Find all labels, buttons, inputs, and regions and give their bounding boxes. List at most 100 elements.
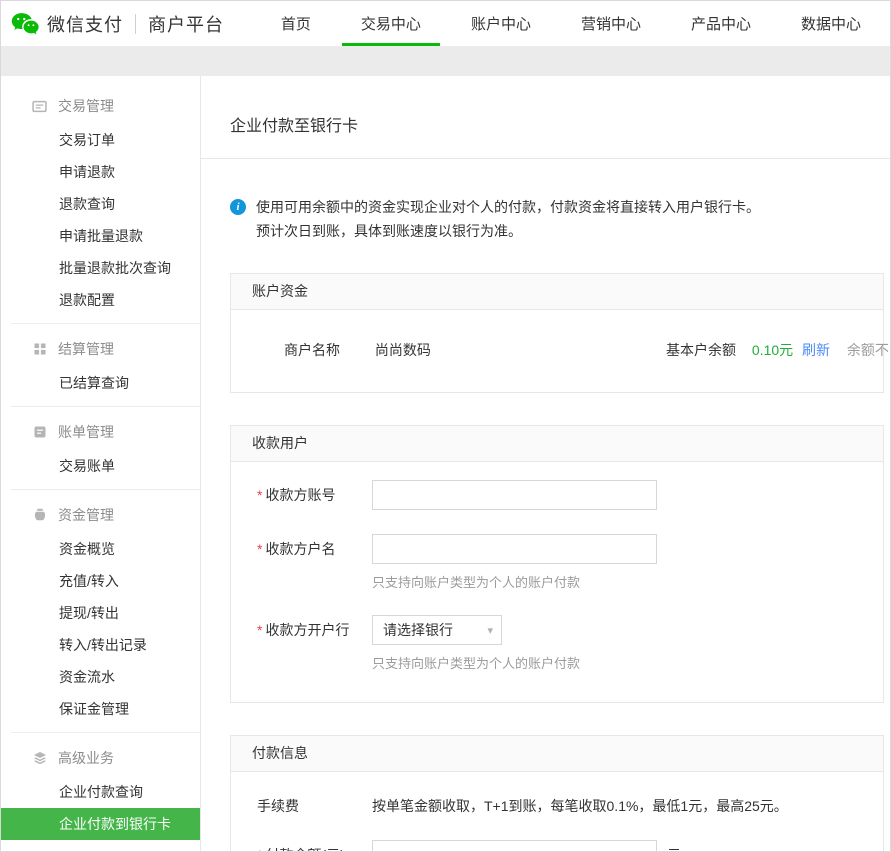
- merchant-platform-page: 微信支付 商户平台 首页 交易中心 账户中心 营销中心 产品中心 数据中心 交易…: [0, 0, 891, 852]
- sidebar-section-label: 账单管理: [58, 422, 114, 442]
- sidebar-item-batch-refund-query[interactable]: 批量退款批次查询: [1, 252, 200, 284]
- sidebar-divider: [11, 323, 200, 324]
- sidebar-section-bills: 账单管理 交易账单: [1, 414, 200, 482]
- account-funds-panel: 账户资金 商户名称 尚尚数码 基本户余额 0.10元 刷新 余额不: [230, 273, 884, 393]
- payment-amount-input[interactable]: [372, 840, 657, 852]
- payee-panel: 收款用户 *收款方账号 *收款方户名 只支持向账户类型为个人的账户付: [230, 425, 884, 703]
- transaction-icon: [32, 99, 47, 114]
- bank-select[interactable]: 请选择银行 ▾: [372, 615, 502, 645]
- payee-name-field: *收款方户名 只支持向账户类型为个人的账户付款: [257, 534, 883, 591]
- account-funds-title: 账户资金: [231, 274, 883, 310]
- nav-transaction-center[interactable]: 交易中心: [336, 1, 446, 46]
- sidebar-item-funds-overview[interactable]: 资金概览: [1, 533, 200, 565]
- payment-amount-label: *付款金额(元): [257, 845, 372, 852]
- sidebar-item-enterprise-payment-query[interactable]: 企业付款查询: [1, 776, 200, 808]
- amount-unit-label: 元: [667, 845, 681, 852]
- payee-form: *收款方账号 *收款方户名 只支持向账户类型为个人的账户付款 *: [231, 462, 883, 702]
- required-marker: *: [257, 487, 262, 503]
- sidebar-item-enterprise-payment-to-bank-card[interactable]: 企业付款到银行卡: [1, 808, 200, 840]
- layers-icon: [32, 751, 47, 766]
- sidebar-item-refund-config[interactable]: 退款配置: [1, 284, 200, 316]
- payee-bank-hint: 只支持向账户类型为个人的账户付款: [372, 653, 883, 672]
- required-marker: *: [257, 622, 262, 638]
- balance-amount: 0.10元: [752, 342, 793, 358]
- sidebar-divider: [11, 732, 200, 733]
- sidebar-item-transfer-records[interactable]: 转入/转出记录: [1, 629, 200, 661]
- settlement-grid-icon: [32, 342, 47, 357]
- balance-note-clipped: 余额不: [847, 342, 889, 358]
- sidebar-header-settlement[interactable]: 结算管理: [1, 331, 200, 367]
- sidebar-item-trade-bill[interactable]: 交易账单: [1, 450, 200, 482]
- payee-account-label: *收款方账号: [257, 485, 372, 505]
- required-marker: *: [257, 847, 262, 852]
- nav-account-center[interactable]: 账户中心: [446, 1, 556, 46]
- brand-name: 微信支付: [47, 11, 123, 37]
- account-funds-body: 商户名称 尚尚数码 基本户余额 0.10元 刷新 余额不: [231, 310, 883, 392]
- required-marker: *: [257, 541, 262, 557]
- funds-pot-icon: [32, 508, 47, 523]
- merchant-name-label: 商户名称: [284, 340, 371, 360]
- sidebar-item-apply-refund[interactable]: 申请退款: [1, 156, 200, 188]
- notice-line-1: 使用可用余额中的资金实现企业对个人的付款，付款资金将直接转入用户银行卡。: [256, 195, 760, 219]
- sidebar-section-advanced: 高级业务 企业付款查询 企业付款到银行卡: [1, 740, 200, 840]
- sidebar-section-label: 结算管理: [58, 339, 114, 359]
- notice-line-2: 预计次日到账，具体到账速度以银行为准。: [256, 219, 760, 243]
- sidebar-section-label: 资金管理: [58, 505, 114, 525]
- sidebar-item-funds-flow[interactable]: 资金流水: [1, 661, 200, 693]
- sidebar-divider: [11, 489, 200, 490]
- fee-description: 按单笔金额收取，T+1到账，每笔收取0.1%，最低1元，最高25元。: [372, 796, 788, 816]
- sidebar-header-advanced[interactable]: 高级业务: [1, 740, 200, 776]
- sidebar-item-refund-query[interactable]: 退款查询: [1, 188, 200, 220]
- nav-home[interactable]: 首页: [256, 1, 336, 46]
- nav-product-center[interactable]: 产品中心: [666, 1, 776, 46]
- sidebar-header-transactions[interactable]: 交易管理: [1, 88, 200, 124]
- sub-header-band: [1, 46, 890, 76]
- sidebar-header-funds[interactable]: 资金管理: [1, 497, 200, 533]
- sidebar-item-settled-query[interactable]: 已结算查询: [1, 367, 200, 399]
- balance-group: 基本户余额 0.10元 刷新 余额不: [666, 340, 889, 360]
- payee-title: 收款用户: [231, 426, 883, 462]
- bank-select-value: 请选择银行: [383, 620, 453, 640]
- fee-field: 手续费 按单笔金额收取，T+1到账，每笔收取0.1%，最低1元，最高25元。: [257, 796, 883, 816]
- fee-label: 手续费: [257, 796, 372, 816]
- sidebar-item-batch-refund[interactable]: 申请批量退款: [1, 220, 200, 252]
- sidebar-item-trade-orders[interactable]: 交易订单: [1, 124, 200, 156]
- payee-account-input[interactable]: [372, 480, 657, 510]
- payee-account-field: *收款方账号: [257, 480, 883, 510]
- main-content: 企业付款至银行卡 i 使用可用余额中的资金实现企业对个人的付款，付款资金将直接转…: [201, 76, 890, 852]
- page-title: 企业付款至银行卡: [201, 76, 890, 159]
- brand: 微信支付 商户平台: [11, 11, 224, 37]
- sidebar-section-label: 高级业务: [58, 748, 114, 768]
- refresh-balance-link[interactable]: 刷新: [802, 342, 830, 358]
- payment-info-panel: 付款信息 手续费 按单笔金额收取，T+1到账，每笔收取0.1%，最低1元，最高2…: [230, 735, 884, 852]
- sidebar-item-recharge-transfer-in[interactable]: 充值/转入: [1, 565, 200, 597]
- sidebar-section-label: 交易管理: [58, 96, 114, 116]
- payee-name-input[interactable]: [372, 534, 657, 564]
- payment-amount-field: *付款金额(元) 元: [257, 840, 883, 852]
- basic-balance-label: 基本户余额: [666, 342, 736, 358]
- sidebar-item-deposit-management[interactable]: 保证金管理: [1, 693, 200, 725]
- top-bar: 微信支付 商户平台 首页 交易中心 账户中心 营销中心 产品中心 数据中心: [1, 1, 890, 46]
- platform-name: 商户平台: [148, 11, 224, 37]
- brand-divider: [135, 14, 136, 34]
- top-nav: 首页 交易中心 账户中心 营销中心 产品中心 数据中心: [256, 1, 886, 46]
- wechat-pay-logo-icon: [11, 12, 39, 36]
- sidebar-section-funds: 资金管理 资金概览 充值/转入 提现/转出 转入/转出记录 资金流水 保证金管理: [1, 497, 200, 725]
- sidebar-divider: [11, 406, 200, 407]
- sidebar: 交易管理 交易订单 申请退款 退款查询 申请批量退款 批量退款批次查询 退款配置…: [1, 76, 201, 852]
- payee-name-label: *收款方户名: [257, 539, 372, 559]
- info-notice: i 使用可用余额中的资金实现企业对个人的付款，付款资金将直接转入用户银行卡。 预…: [230, 195, 890, 243]
- notice-text: 使用可用余额中的资金实现企业对个人的付款，付款资金将直接转入用户银行卡。 预计次…: [256, 195, 760, 243]
- account-funds-row: 商户名称 尚尚数码 基本户余额 0.10元 刷新 余额不: [231, 340, 883, 360]
- info-icon: i: [230, 199, 246, 215]
- bill-icon: [32, 425, 47, 440]
- payment-form: 手续费 按单笔金额收取，T+1到账，每笔收取0.1%，最低1元，最高25元。 *…: [231, 772, 883, 852]
- nav-data-center[interactable]: 数据中心: [776, 1, 886, 46]
- sidebar-item-withdraw-transfer-out[interactable]: 提现/转出: [1, 597, 200, 629]
- main-layout: 交易管理 交易订单 申请退款 退款查询 申请批量退款 批量退款批次查询 退款配置…: [1, 76, 890, 852]
- chevron-down-icon: ▾: [487, 624, 493, 637]
- merchant-name-value: 尚尚数码: [375, 342, 431, 358]
- sidebar-header-bills[interactable]: 账单管理: [1, 414, 200, 450]
- nav-marketing-center[interactable]: 营销中心: [556, 1, 666, 46]
- payment-info-title: 付款信息: [231, 736, 883, 772]
